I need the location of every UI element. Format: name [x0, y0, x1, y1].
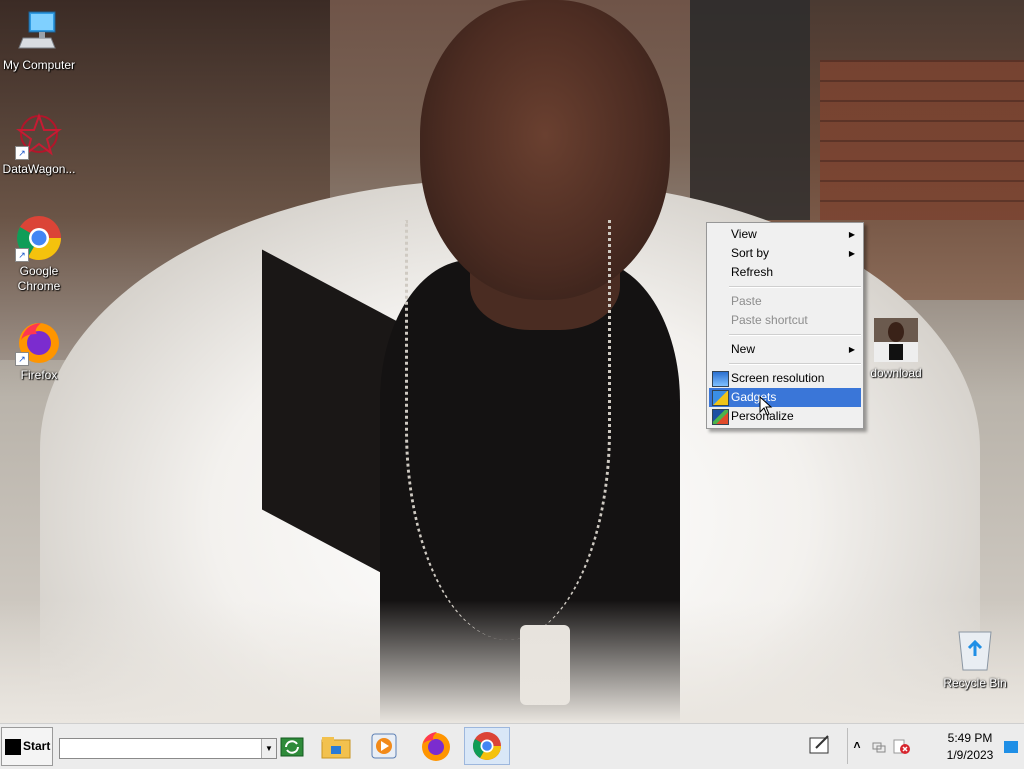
desktop-icon-datawagon[interactable]: ↗ DataWagon...	[1, 112, 77, 177]
media-player-icon[interactable]	[366, 728, 402, 764]
start-label: Start	[23, 739, 51, 753]
network-icon[interactable]	[872, 740, 886, 754]
menu-item-view[interactable]: View ▶	[709, 225, 861, 244]
firefox-icon: ↗	[15, 318, 63, 366]
desktop-icon-label: My Computer	[2, 58, 76, 72]
desktop-icon-label: Google Chrome	[17, 264, 61, 293]
menu-separator	[729, 286, 861, 288]
menu-item-label: Sort by	[731, 246, 770, 260]
shortcut-arrow-icon: ↗	[15, 146, 29, 160]
menu-item-sort-by[interactable]: Sort by ▶	[709, 244, 861, 263]
refresh-app-icon[interactable]	[280, 736, 304, 758]
display-icon	[712, 371, 729, 387]
personalize-icon	[712, 409, 729, 425]
taskbar: Start ▼ ˄ 5:49 PM 1/9/2023	[0, 723, 1024, 769]
menu-item-label: Screen resolution	[731, 371, 825, 385]
clock-time: 5:49 PM	[947, 731, 993, 745]
menu-item-screen-resolution[interactable]: Screen resolution	[709, 369, 861, 388]
menu-item-new[interactable]: New ▶	[709, 340, 861, 359]
shortcut-arrow-icon: ↗	[15, 352, 29, 366]
computer-icon	[15, 8, 63, 56]
chrome-icon	[473, 732, 501, 760]
submenu-arrow-icon: ▶	[848, 345, 855, 354]
datawagon-icon: ↗	[15, 112, 63, 160]
menu-item-refresh[interactable]: Refresh	[709, 263, 861, 282]
menu-item-personalize[interactable]: Personalize	[709, 407, 861, 426]
chrome-taskbar-button[interactable]	[464, 727, 510, 765]
mouse-cursor-icon	[759, 396, 773, 416]
desktop-icon-recycle-bin[interactable]: Recycle Bin	[937, 626, 1013, 691]
menu-item-paste: Paste	[709, 292, 861, 311]
action-center-icon[interactable]	[893, 739, 911, 755]
dropdown-arrow-icon[interactable]: ▼	[261, 739, 276, 758]
menu-separator	[729, 363, 861, 365]
submenu-arrow-icon: ▶	[848, 230, 855, 239]
desktop-icon-label: DataWagon...	[2, 162, 76, 176]
menu-item-label: Paste shortcut	[731, 313, 808, 327]
start-button[interactable]: Start	[1, 727, 53, 766]
windows-logo-icon	[5, 739, 21, 755]
menu-item-label: View	[731, 227, 757, 241]
desktop-icon-label: Firefox	[20, 368, 58, 382]
show-desktop-icon[interactable]	[1004, 741, 1018, 753]
desktop-icon-download[interactable]: download	[858, 316, 934, 381]
desktop-icon-google-chrome[interactable]: ↗ Google Chrome	[1, 214, 77, 294]
firefox-icon[interactable]	[418, 728, 454, 764]
notes-tray-icon[interactable]	[808, 734, 832, 756]
tray-divider	[847, 728, 848, 764]
desktop[interactable]: My Computer ↗ DataWagon... ↗ Google Chro…	[0, 0, 1024, 723]
recycle-bin-icon	[951, 626, 999, 674]
system-clock[interactable]: 5:49 PM 1/9/2023	[942, 730, 998, 764]
desktop-icon-firefox[interactable]: ↗ Firefox	[1, 318, 77, 383]
shortcut-arrow-icon: ↗	[15, 248, 29, 262]
gadgets-icon	[712, 390, 729, 406]
show-hidden-icon[interactable]: ˄	[851, 738, 863, 752]
desktop-icon-label: Recycle Bin	[943, 676, 1007, 690]
image-file-icon	[872, 316, 920, 364]
menu-item-label: Paste	[731, 294, 762, 308]
submenu-arrow-icon: ▶	[848, 249, 855, 258]
address-toolbar-input[interactable]: ▼	[59, 738, 277, 759]
menu-item-paste-shortcut: Paste shortcut	[709, 311, 861, 330]
menu-item-gadgets[interactable]: Gadgets	[709, 388, 861, 407]
desktop-icon-label: download	[870, 366, 922, 380]
desktop-icon-my-computer[interactable]: My Computer	[1, 8, 77, 73]
clock-date: 1/9/2023	[946, 748, 994, 762]
menu-separator	[729, 334, 861, 336]
chrome-icon: ↗	[15, 214, 63, 262]
desktop-context-menu: View ▶ Sort by ▶ Refresh Paste Paste sho…	[706, 222, 864, 429]
menu-item-label: New	[731, 342, 756, 356]
file-explorer-icon[interactable]	[318, 728, 354, 764]
menu-item-label: Refresh	[731, 265, 774, 279]
